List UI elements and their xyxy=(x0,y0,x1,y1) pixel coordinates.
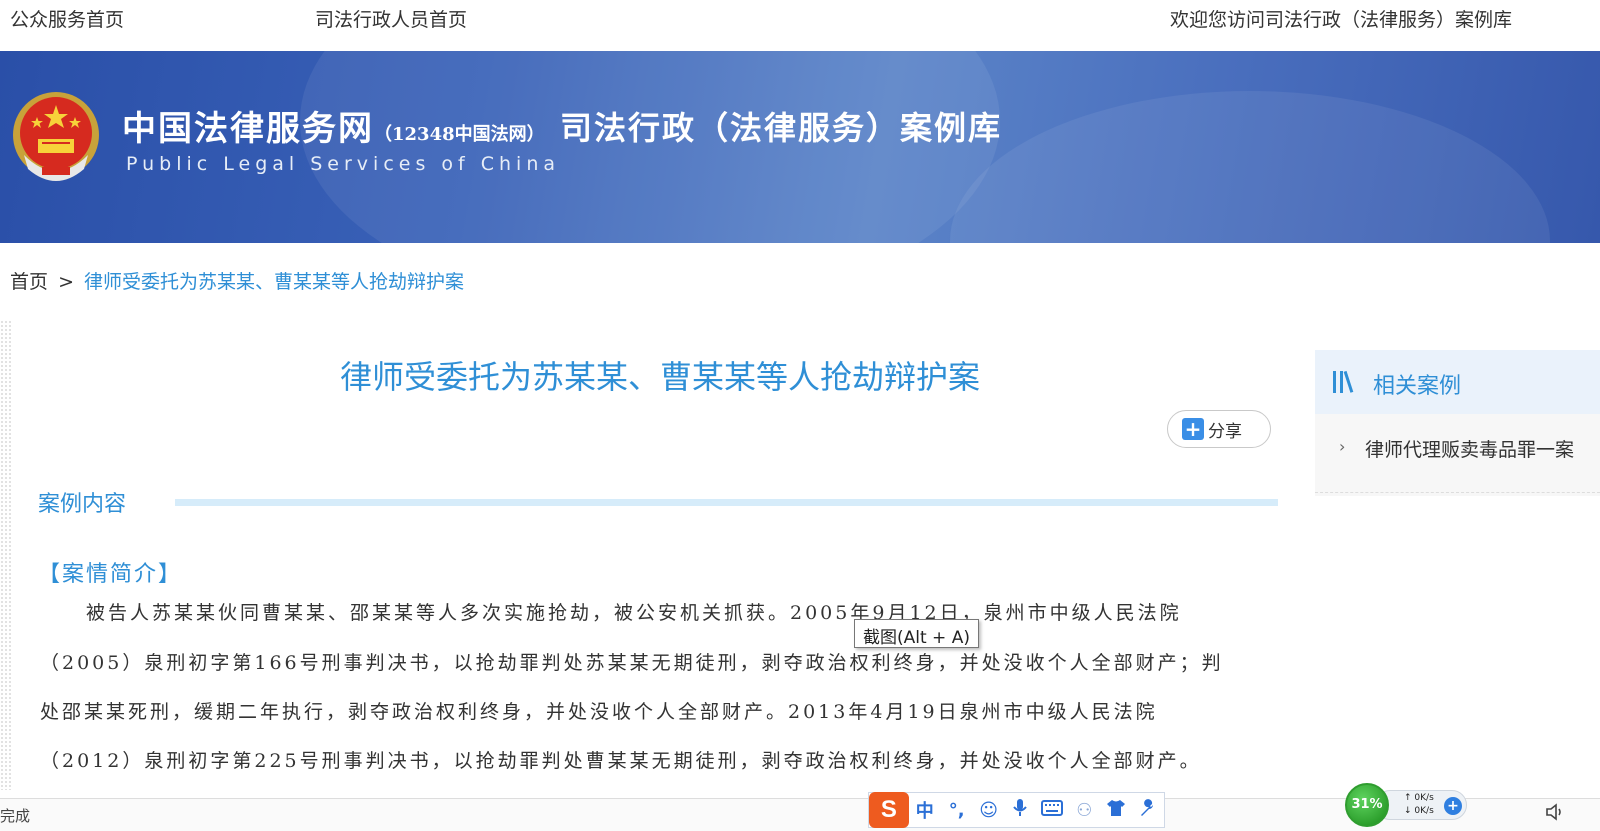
related-cases-header: 相关案例 xyxy=(1315,350,1600,414)
chevron-right-icon: › xyxy=(1339,437,1346,456)
related-cases-panel: 相关案例 › 律师代理贩卖毒品罪一案 xyxy=(1315,350,1600,496)
paragraph-line: 被告人苏某某伙同曹某某、邵某某等人多次实施抢劫，被公安机关抓获。2005年9月1… xyxy=(86,602,1182,624)
breadcrumb-separator: > xyxy=(58,271,74,293)
breadcrumb-current[interactable]: 律师受委托为苏某某、曹某某等人抢劫辩护案 xyxy=(84,271,464,293)
sidebar-item-related-case[interactable]: › 律师代理贩卖毒品罪一案 xyxy=(1315,433,1600,467)
page-title: 律师受委托为苏某某、曹某某等人抢劫辩护案 xyxy=(339,358,980,396)
breadcrumb: 首页 > 律师受委托为苏某某、曹某某等人抢劫辩护案 xyxy=(10,267,464,294)
site-english-subtitle: Public Legal Services of China xyxy=(126,153,561,175)
section-divider xyxy=(175,499,1278,506)
paragraph-line: （2005）泉刑初字第166号刑事判决书，以抢劫罪判处苏某某无期徒刑，剥夺政治权… xyxy=(40,652,1224,674)
upload-speed: ↑ 0K/s xyxy=(1404,793,1434,803)
speaker-icon[interactable] xyxy=(1545,802,1567,827)
plus-icon[interactable]: + xyxy=(1444,797,1462,815)
system-monitor-widget[interactable]: ↑ 0K/s ↓ 0K/s + 31% xyxy=(1345,783,1470,827)
ime-mode-toggle[interactable]: 中 xyxy=(909,797,941,823)
public-home-link[interactable]: 公众服务首页 xyxy=(10,5,124,32)
paragraph-line: （2012）泉刑初字第225号刑事判决书，以抢劫罪判处曹某某无期徒刑，剥夺政治权… xyxy=(40,750,1202,772)
site-title: 中国法律服务网（12348中国法网） xyxy=(122,101,545,150)
emoji-icon[interactable]: ☺ xyxy=(973,800,1005,821)
share-label: 分享 xyxy=(1208,421,1242,442)
skin-shirt-icon[interactable] xyxy=(1100,799,1132,822)
site-title-text: 中国法律服务网 xyxy=(122,109,374,149)
case-summary-heading: 【案情简介】 xyxy=(38,562,183,587)
paragraph-line: 处邵某某死刑，缓期二年执行，剥夺政治权利终身，并处没收个人全部财产。2013年4… xyxy=(40,701,1158,723)
ime-toolbar: S 中 °, ☺ ⚇ xyxy=(868,792,1165,828)
keyboard-icon[interactable] xyxy=(1036,799,1068,821)
site-banner: 中国法律服务网（12348中国法网） Public Legal Services… xyxy=(0,51,1600,243)
breadcrumb-home[interactable]: 首页 xyxy=(10,271,48,293)
sidebar-item-label: 律师代理贩卖毒品罪一案 xyxy=(1365,439,1575,461)
sogou-logo-icon[interactable]: S xyxy=(869,792,909,828)
memory-usage-gauge: 31% xyxy=(1345,783,1389,827)
punctuation-icon[interactable]: °, xyxy=(941,800,973,821)
related-cases-title: 相关案例 xyxy=(1373,374,1462,399)
plus-icon: + xyxy=(1182,418,1204,440)
national-emblem-icon xyxy=(13,92,99,181)
status-text: 完成 xyxy=(0,807,31,825)
screenshot-tooltip: 截图(Alt + A) xyxy=(854,619,979,648)
case-library-title: 司法行政（法律服务）案例库 xyxy=(560,109,1003,147)
user-icon[interactable]: ⚇ xyxy=(1068,800,1100,821)
download-speed: ↓ 0K/s xyxy=(1404,806,1434,816)
sidebar-divider xyxy=(1315,492,1600,493)
welcome-text: 欢迎您访问司法行政（法律服务）案例库 xyxy=(1170,9,1513,31)
section-heading: 案例内容 xyxy=(38,492,127,517)
staff-home-link[interactable]: 司法行政人员首页 xyxy=(315,5,467,32)
site-title-suffix: （12348中国法网） xyxy=(374,124,545,145)
library-icon xyxy=(1333,370,1354,393)
top-nav: 公众服务首页 司法行政人员首页 欢迎您访问司法行政（法律服务）案例库 xyxy=(0,0,1600,51)
banner-decoration xyxy=(950,91,1550,243)
wrench-icon[interactable] xyxy=(1132,798,1164,822)
microphone-icon[interactable] xyxy=(1005,798,1037,823)
share-button[interactable]: + 分享 xyxy=(1167,410,1271,448)
